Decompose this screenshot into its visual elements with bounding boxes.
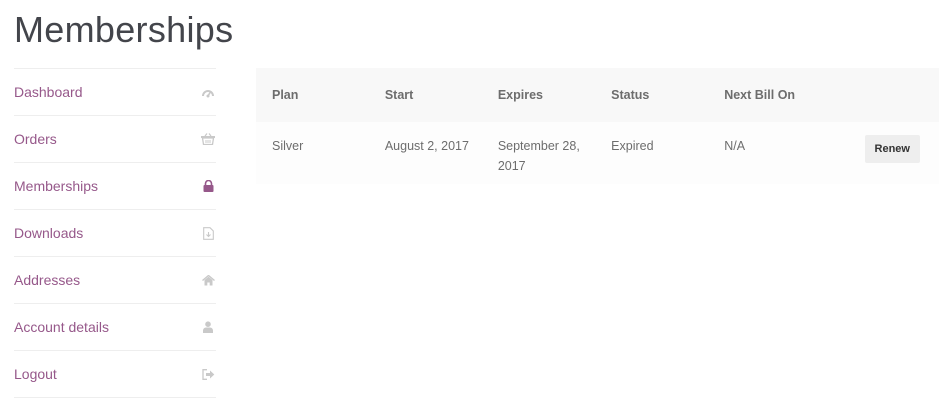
nav-item-label[interactable]: Orders: [14, 131, 57, 147]
table-body: Silver August 2, 2017 September 28, 2017…: [256, 122, 939, 184]
column-header-expires: Expires: [497, 88, 543, 102]
nav-item-orders[interactable]: Orders: [14, 116, 216, 163]
cell-expires: September 28, 2017: [497, 139, 580, 173]
nav-item-label[interactable]: Account details: [14, 319, 109, 335]
home-icon: [201, 273, 215, 287]
basket-icon: [201, 132, 215, 146]
nav-item-memberships[interactable]: Memberships: [14, 163, 216, 210]
table-header-row: Plan Start Expires Status Next Bill On: [256, 68, 939, 122]
user-icon: [201, 320, 215, 334]
memberships-table-container: Plan Start Expires Status Next Bill On S…: [256, 68, 939, 184]
file-download-icon: [201, 226, 215, 240]
nav-item-downloads[interactable]: Downloads: [14, 210, 216, 257]
nav-item-label[interactable]: Downloads: [14, 225, 83, 241]
column-header-plan: Plan: [272, 88, 299, 102]
table-row: Silver August 2, 2017 September 28, 2017…: [256, 122, 939, 184]
column-header-start: Start: [384, 88, 414, 102]
column-header-next-bill-on: Next Bill On: [724, 88, 796, 102]
table-header: Plan Start Expires Status Next Bill On: [256, 68, 939, 122]
cell-start: August 2, 2017: [384, 139, 469, 153]
page-title: Memberships: [14, 9, 234, 50]
account-navigation: Dashboard Orders Memberships Downloads A…: [14, 68, 216, 398]
cell-next-bill-on: N/A: [724, 139, 746, 153]
renew-button[interactable]: Renew: [864, 135, 920, 163]
nav-item-logout[interactable]: Logout: [14, 351, 216, 398]
nav-item-account-details[interactable]: Account details: [14, 304, 216, 351]
cell-actions: Renew: [849, 122, 939, 184]
cell-plan: Silver: [272, 139, 304, 153]
lock-icon: [201, 179, 215, 193]
nav-item-label[interactable]: Logout: [14, 366, 57, 382]
nav-item-label[interactable]: Dashboard: [14, 84, 83, 100]
nav-item-label[interactable]: Addresses: [14, 272, 80, 288]
column-header-status: Status: [611, 88, 650, 102]
account-page: Memberships Dashboard Orders Memberships…: [0, 0, 949, 413]
cell-status: Expired: [611, 139, 654, 153]
nav-item-addresses[interactable]: Addresses: [14, 257, 216, 304]
dashboard-icon: [201, 85, 215, 99]
sign-out-icon: [201, 367, 215, 381]
memberships-table: Plan Start Expires Status Next Bill On S…: [256, 68, 939, 184]
nav-item-label[interactable]: Memberships: [14, 178, 98, 194]
column-header-actions: [849, 68, 939, 122]
nav-item-dashboard[interactable]: Dashboard: [14, 69, 216, 116]
